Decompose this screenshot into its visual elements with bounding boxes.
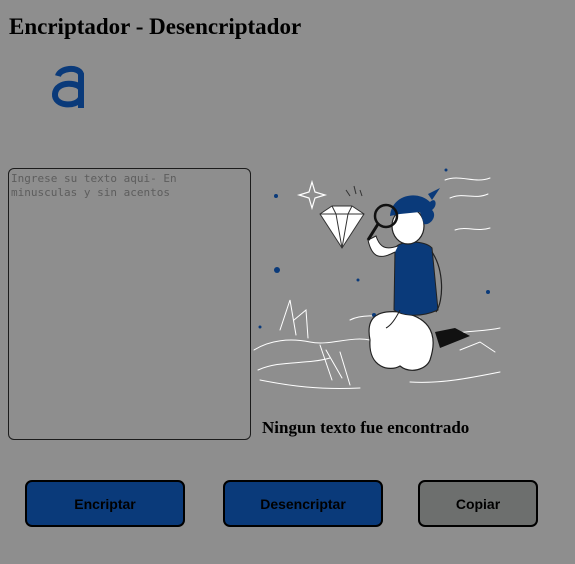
copy-button[interactable]: Copiar [418, 480, 538, 527]
encrypt-button[interactable]: Encriptar [25, 480, 185, 527]
text-input[interactable] [8, 168, 251, 440]
decrypt-button[interactable]: Desencriptar [223, 480, 383, 527]
page-title: Encriptador - Desencriptador [9, 14, 302, 39]
person-with-magnifying-glass-and-diamond-illustration [253, 168, 501, 390]
empty-result-message: Ningun texto fue encontrado [262, 418, 470, 437]
app-page: Encriptador - Desencriptador Ingrese su … [0, 0, 575, 564]
alura-a-logo-icon [52, 66, 84, 108]
